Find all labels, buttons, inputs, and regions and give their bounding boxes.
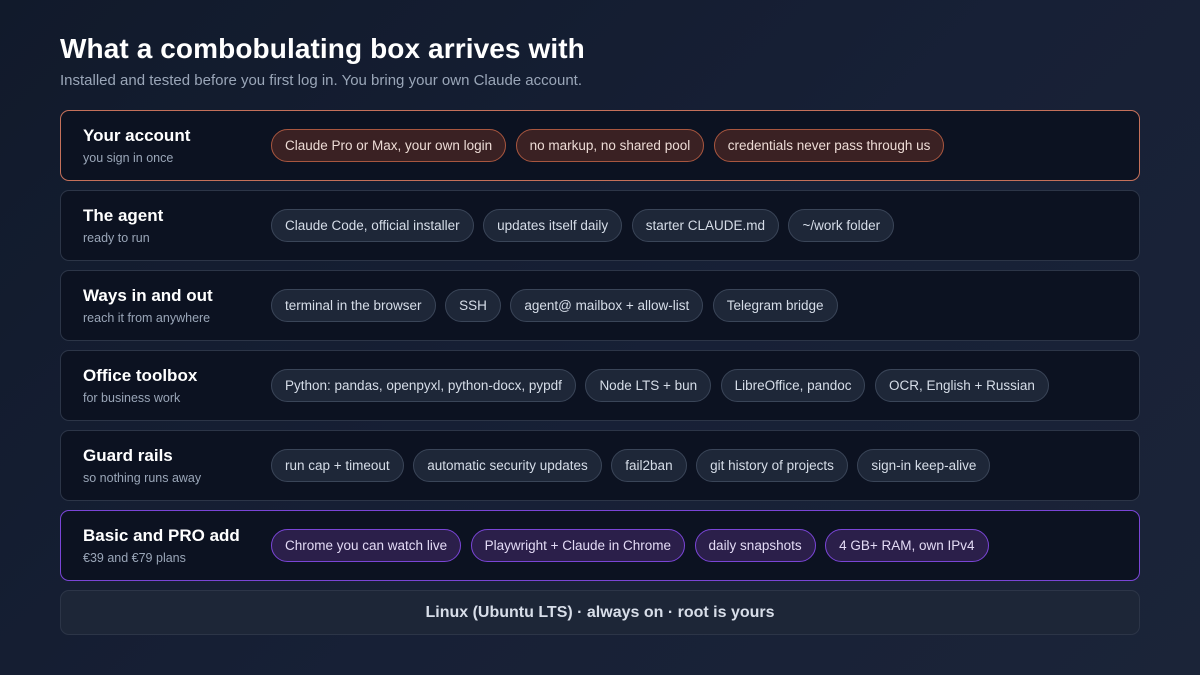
feature-row: The agent ready to run Claude Code, offici… bbox=[60, 190, 1140, 261]
row-subtitle: €39 and €79 plans bbox=[83, 551, 186, 565]
feature-row: Guard rails so nothing runs away run cap +… bbox=[60, 430, 1140, 501]
feature-row: Your account you sign in once Claude Pro o… bbox=[60, 110, 1140, 181]
row-header: Basic and PRO add €39 and €79 plans bbox=[61, 526, 271, 565]
page: What a combobulating box arrives with In… bbox=[60, 33, 1140, 635]
feature-row: Basic and PRO add €39 and €79 plans Chrome… bbox=[60, 510, 1140, 581]
feature-chip: credentials never pass through us bbox=[713, 129, 945, 162]
feature-chip: git history of projects bbox=[696, 449, 848, 482]
chip-list: run cap + timeout automatic security upda… bbox=[271, 449, 991, 482]
feature-rows: Your account you sign in once Claude Pro o… bbox=[60, 110, 1140, 581]
row-subtitle: reach it from anywhere bbox=[83, 311, 211, 325]
feature-chip: Node LTS + bun bbox=[585, 369, 712, 402]
chip-list: Claude Code, official installer updates i… bbox=[271, 209, 895, 242]
feature-chip: Claude Pro or Max, your own login bbox=[271, 129, 507, 162]
feature-chip: OCR, English + Russian bbox=[874, 369, 1049, 402]
row-header: Ways in and out reach it from anywhere bbox=[61, 286, 271, 325]
row-title: Guard rails bbox=[83, 446, 173, 465]
feature-chip: Chrome you can watch live bbox=[271, 529, 462, 562]
feature-chip: ~/work folder bbox=[788, 209, 895, 242]
feature-row: Office toolbox for business work Python: p… bbox=[60, 350, 1140, 421]
feature-chip: agent@ mailbox + allow-list bbox=[510, 289, 704, 322]
feature-chip: Claude Code, official installer bbox=[271, 209, 474, 242]
row-header: Guard rails so nothing runs away bbox=[61, 446, 271, 485]
row-header: Office toolbox for business work bbox=[61, 366, 271, 405]
feature-chip: Python: pandas, openpyxl, python-docx, p… bbox=[271, 369, 576, 402]
feature-chip: no markup, no shared pool bbox=[515, 129, 705, 162]
feature-chip: terminal in the browser bbox=[271, 289, 436, 322]
feature-chip: starter CLAUDE.md bbox=[631, 209, 779, 242]
feature-chip: run cap + timeout bbox=[271, 449, 404, 482]
chip-list: terminal in the browser SSH agent@ mailbox… bbox=[271, 289, 838, 322]
row-title: Your account bbox=[83, 126, 191, 145]
feature-chip: SSH bbox=[445, 289, 501, 322]
feature-chip: LibreOffice, pandoc bbox=[720, 369, 866, 402]
row-header: The agent ready to run bbox=[61, 206, 271, 245]
chip-list: Claude Pro or Max, your own login no mark… bbox=[271, 129, 945, 162]
feature-row: Ways in and out reach it from anywhere ter… bbox=[60, 270, 1140, 341]
row-title: The agent bbox=[83, 206, 164, 225]
footer-banner: Linux (Ubuntu LTS) · always on · root is… bbox=[60, 590, 1140, 635]
feature-chip: Telegram bridge bbox=[712, 289, 838, 322]
feature-chip: updates itself daily bbox=[483, 209, 623, 242]
row-title: Office toolbox bbox=[83, 366, 198, 385]
page-subtitle: Installed and tested before you first lo… bbox=[60, 72, 583, 89]
row-subtitle: ready to run bbox=[83, 231, 150, 245]
feature-chip: Playwright + Claude in Chrome bbox=[470, 529, 686, 562]
feature-chip: daily snapshots bbox=[694, 529, 816, 562]
row-header: Your account you sign in once bbox=[61, 126, 271, 165]
row-title: Ways in and out bbox=[83, 286, 213, 305]
chip-list: Python: pandas, openpyxl, python-docx, p… bbox=[271, 369, 1049, 402]
chip-list: Chrome you can watch live Playwright + Cl… bbox=[271, 529, 989, 562]
row-title: Basic and PRO add bbox=[83, 526, 240, 545]
row-subtitle: for business work bbox=[83, 391, 181, 405]
row-subtitle: so nothing runs away bbox=[83, 471, 202, 485]
row-subtitle: you sign in once bbox=[83, 151, 174, 165]
feature-chip: automatic security updates bbox=[413, 449, 602, 482]
feature-chip: 4 GB+ RAM, own IPv4 bbox=[825, 529, 989, 562]
feature-chip: fail2ban bbox=[611, 449, 687, 482]
feature-chip: sign-in keep-alive bbox=[857, 449, 991, 482]
page-title: What a combobulating box arrives with bbox=[60, 33, 585, 64]
